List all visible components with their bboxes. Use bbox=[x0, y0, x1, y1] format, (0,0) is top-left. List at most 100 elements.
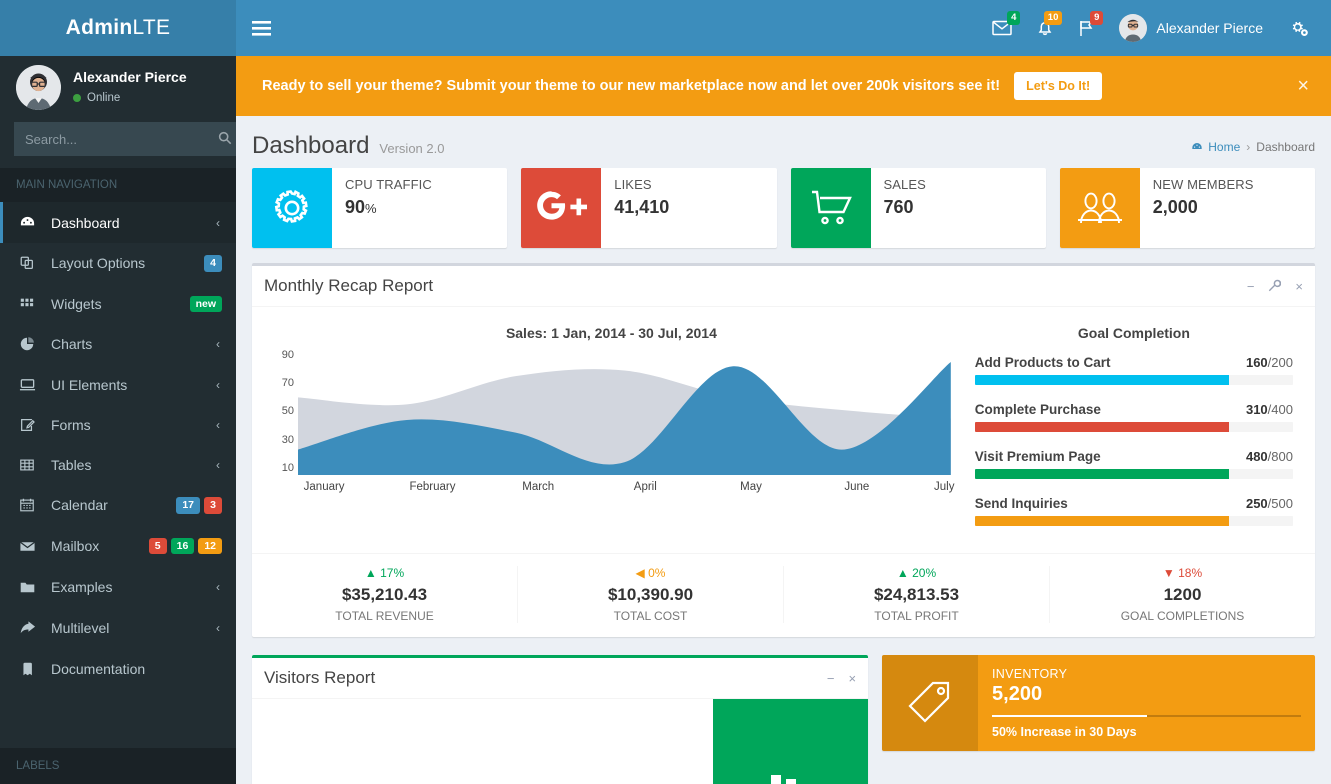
content-wrapper: 4 10 9 bbox=[236, 0, 1331, 784]
goal-progress-fill bbox=[975, 375, 1230, 385]
sidebar-user-status: Online bbox=[73, 91, 187, 107]
inventory-note: 50% Increase in 30 Days bbox=[992, 725, 1301, 739]
stat-percent: ▼ 18% bbox=[1058, 566, 1307, 580]
wrench-icon[interactable] bbox=[1268, 279, 1281, 294]
info-box-likes[interactable]: LIKES 41,410 bbox=[521, 168, 776, 248]
y-tick: 50 bbox=[282, 405, 294, 417]
brand-bold: Admin bbox=[66, 16, 133, 40]
sidebar-item-ui-elements[interactable]: UI Elements ‹ bbox=[0, 364, 236, 405]
notifications-menu[interactable]: 10 bbox=[1024, 0, 1066, 56]
goal-completion-title: Goal Completion bbox=[975, 325, 1293, 341]
users-icon bbox=[1060, 168, 1140, 248]
goal-progress-track bbox=[975, 422, 1293, 432]
brand-logo[interactable]: AdminLTE bbox=[0, 0, 236, 56]
main-content: CPU TRAFFIC 90% bbox=[236, 168, 1331, 784]
box-tools: − × bbox=[1247, 279, 1303, 294]
sidebar-item-label: Widgets bbox=[51, 296, 190, 312]
control-sidebar-toggle[interactable] bbox=[1275, 0, 1319, 56]
sidebar-item-documentation[interactable]: Documentation bbox=[0, 649, 236, 689]
sidebar-item-label: Calendar bbox=[51, 497, 176, 513]
folder-icon bbox=[19, 579, 41, 596]
tasks-menu[interactable]: 9 bbox=[1066, 0, 1107, 56]
forms-icon bbox=[19, 417, 41, 433]
alert-cta-button[interactable]: Let's Do It! bbox=[1014, 72, 1102, 100]
collapse-button[interactable]: − bbox=[827, 672, 835, 685]
info-box-new-members[interactable]: NEW MEMBERS 2,000 bbox=[1060, 168, 1315, 248]
sidebar-item-badges: new bbox=[190, 296, 222, 313]
visitors-bar bbox=[786, 779, 796, 784]
info-box-number: 2,000 bbox=[1153, 197, 1254, 218]
sidebar-user-meta: Alexander Pierce Online bbox=[73, 68, 187, 106]
inventory-widget[interactable]: INVENTORY 5,200 50% Increase in 30 Days bbox=[882, 655, 1315, 751]
box-tools: − × bbox=[827, 672, 856, 685]
chevron-left-icon: ‹ bbox=[216, 418, 220, 432]
gear-icon bbox=[252, 168, 332, 248]
sidebar-item-examples[interactable]: Examples ‹ bbox=[0, 567, 236, 608]
y-tick: 70 bbox=[282, 377, 294, 389]
info-box-sales[interactable]: SALES 760 bbox=[791, 168, 1046, 248]
inventory-title: INVENTORY bbox=[992, 667, 1301, 681]
marketplace-alert: Ready to sell your theme? Submit your th… bbox=[236, 56, 1331, 116]
info-box-body: NEW MEMBERS 2,000 bbox=[1140, 168, 1264, 248]
stat-total-revenue: ▲ 17% $35,210.43 TOTAL REVENUE bbox=[252, 566, 518, 623]
sidebar-item-mailbox[interactable]: Mailbox 5 16 12 bbox=[0, 526, 236, 567]
sidebar-item-multilevel[interactable]: Multilevel ‹ bbox=[0, 608, 236, 649]
layout-icon bbox=[19, 255, 41, 271]
sidebar-item-label: Documentation bbox=[51, 661, 226, 677]
sidebar-item-widgets[interactable]: Widgets new bbox=[0, 284, 236, 325]
mailbox-icon bbox=[19, 538, 41, 555]
stat-description: TOTAL PROFIT bbox=[792, 609, 1041, 623]
badge: 3 bbox=[204, 497, 222, 514]
info-box-cpu-traffic[interactable]: CPU TRAFFIC 90% bbox=[252, 168, 507, 248]
breadcrumb-home-link[interactable]: Home bbox=[1191, 140, 1240, 154]
breadcrumb-current: Dashboard bbox=[1256, 140, 1315, 154]
sidebar-item-forms[interactable]: Forms ‹ bbox=[0, 405, 236, 445]
search-button[interactable] bbox=[212, 122, 236, 156]
goal-head: Add Products to Cart 160/200 bbox=[975, 355, 1293, 370]
info-box-number: 41,410 bbox=[614, 197, 669, 218]
arrow-left-icon: ◀ bbox=[636, 566, 645, 580]
chevron-left-icon: ‹ bbox=[216, 621, 220, 635]
messages-menu[interactable]: 4 bbox=[980, 0, 1024, 56]
info-box-body: SALES 760 bbox=[871, 168, 936, 248]
info-box-body: LIKES 41,410 bbox=[601, 168, 679, 248]
sidebar-user-status-label: Online bbox=[87, 91, 120, 107]
sidebar-item-charts[interactable]: Charts ‹ bbox=[0, 324, 236, 364]
visitors-bars bbox=[771, 773, 811, 784]
close-button[interactable]: × bbox=[1295, 280, 1303, 293]
badge: new bbox=[190, 296, 222, 313]
stat-percent: ▲ 17% bbox=[260, 566, 509, 580]
goal-item: Add Products to Cart 160/200 bbox=[975, 355, 1293, 385]
stat-percent-value: 18% bbox=[1178, 566, 1202, 580]
monthly-recap-box: Monthly Recap Report − × Sales: 1 Jan, 2… bbox=[252, 263, 1315, 637]
collapse-button[interactable]: − bbox=[1247, 280, 1255, 293]
close-button[interactable]: × bbox=[848, 672, 856, 685]
inventory-body: INVENTORY 5,200 50% Increase in 30 Days bbox=[978, 655, 1315, 751]
sidebar-item-layout-options[interactable]: Layout Options 4 bbox=[0, 243, 236, 284]
search-input[interactable] bbox=[14, 122, 212, 156]
goal-progress-fill bbox=[975, 516, 1230, 526]
info-box-body: CPU TRAFFIC 90% bbox=[332, 168, 442, 248]
info-box-label: LIKES bbox=[614, 177, 669, 192]
inventory-progress-track bbox=[992, 715, 1301, 717]
chevron-left-icon: ‹ bbox=[216, 378, 220, 392]
sidebar-item-label: Tables bbox=[51, 457, 216, 473]
alert-close-icon[interactable]: × bbox=[1297, 76, 1309, 96]
sidebar-item-calendar[interactable]: Calendar 17 3 bbox=[0, 485, 236, 526]
visitors-bar-chart bbox=[713, 699, 868, 784]
info-box-unit: % bbox=[365, 201, 377, 216]
x-tick: June bbox=[844, 481, 869, 493]
inventory-progress-fill bbox=[992, 715, 1146, 717]
navbar-user-menu[interactable]: Alexander Pierce bbox=[1107, 0, 1275, 56]
stat-value: $35,210.43 bbox=[260, 585, 509, 605]
box-header: Visitors Report − × bbox=[252, 658, 868, 699]
chevron-left-icon: ‹ bbox=[216, 216, 220, 230]
sidebar-item-dashboard[interactable]: Dashboard ‹ bbox=[0, 202, 236, 243]
goal-progress-track bbox=[975, 516, 1293, 526]
arrow-up-icon: ▲ bbox=[897, 566, 909, 580]
stat-description: GOAL COMPLETIONS bbox=[1058, 609, 1307, 623]
x-tick: March bbox=[522, 481, 554, 493]
sidebar-item-tables[interactable]: Tables ‹ bbox=[0, 445, 236, 485]
sidebar-toggle-button[interactable] bbox=[236, 0, 286, 56]
top-navbar: 4 10 9 bbox=[236, 0, 1331, 56]
